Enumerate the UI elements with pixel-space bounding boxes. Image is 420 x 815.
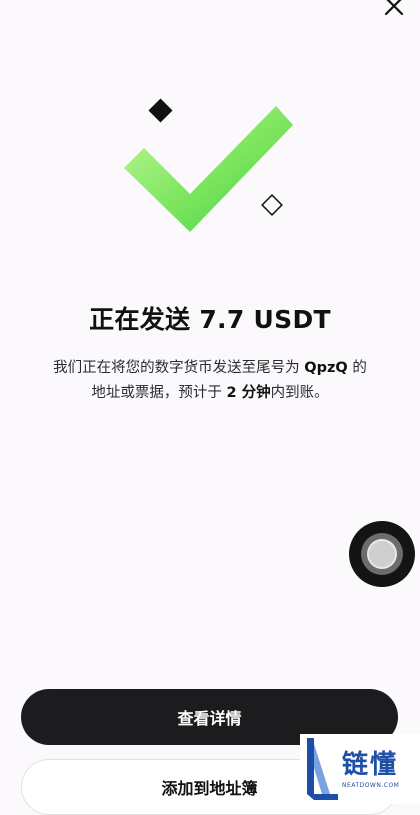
checkmark-icon	[124, 106, 293, 232]
watermark-en: NEATDOWN.COM	[342, 781, 400, 789]
assistive-touch-button[interactable]	[349, 521, 415, 587]
watermark-cn: 链懂	[342, 749, 399, 780]
page-title: 正在发送 7.7 USDT	[89, 305, 331, 334]
close-button[interactable]	[380, 0, 408, 20]
eta-value: 2 分钟	[226, 385, 271, 401]
assistive-touch-core	[367, 539, 397, 569]
watermark-logo-icon	[307, 738, 338, 800]
close-icon	[384, 0, 404, 16]
diamond-filled-icon	[148, 98, 173, 123]
transfer-description: 我们正在将您的数字货币发送至尾号为 QpzQ 的 地址或票据，预计于 2 分钟内…	[30, 356, 390, 406]
description-text: 地址或票据，预计于	[91, 385, 222, 401]
description-text: 内到账。	[270, 385, 329, 401]
diamond-outline-icon	[261, 194, 283, 216]
watermark: 链懂 NEATDOWN.COM	[300, 734, 420, 804]
description-text: 的	[352, 360, 367, 376]
watermark-text: 链懂 NEATDOWN.COM	[342, 750, 399, 789]
success-illustration	[124, 98, 293, 232]
description-text: 我们正在将您的数字货币发送至尾号为	[53, 360, 300, 376]
assistive-touch-icon	[361, 533, 403, 575]
address-suffix: QpzQ	[304, 360, 348, 376]
